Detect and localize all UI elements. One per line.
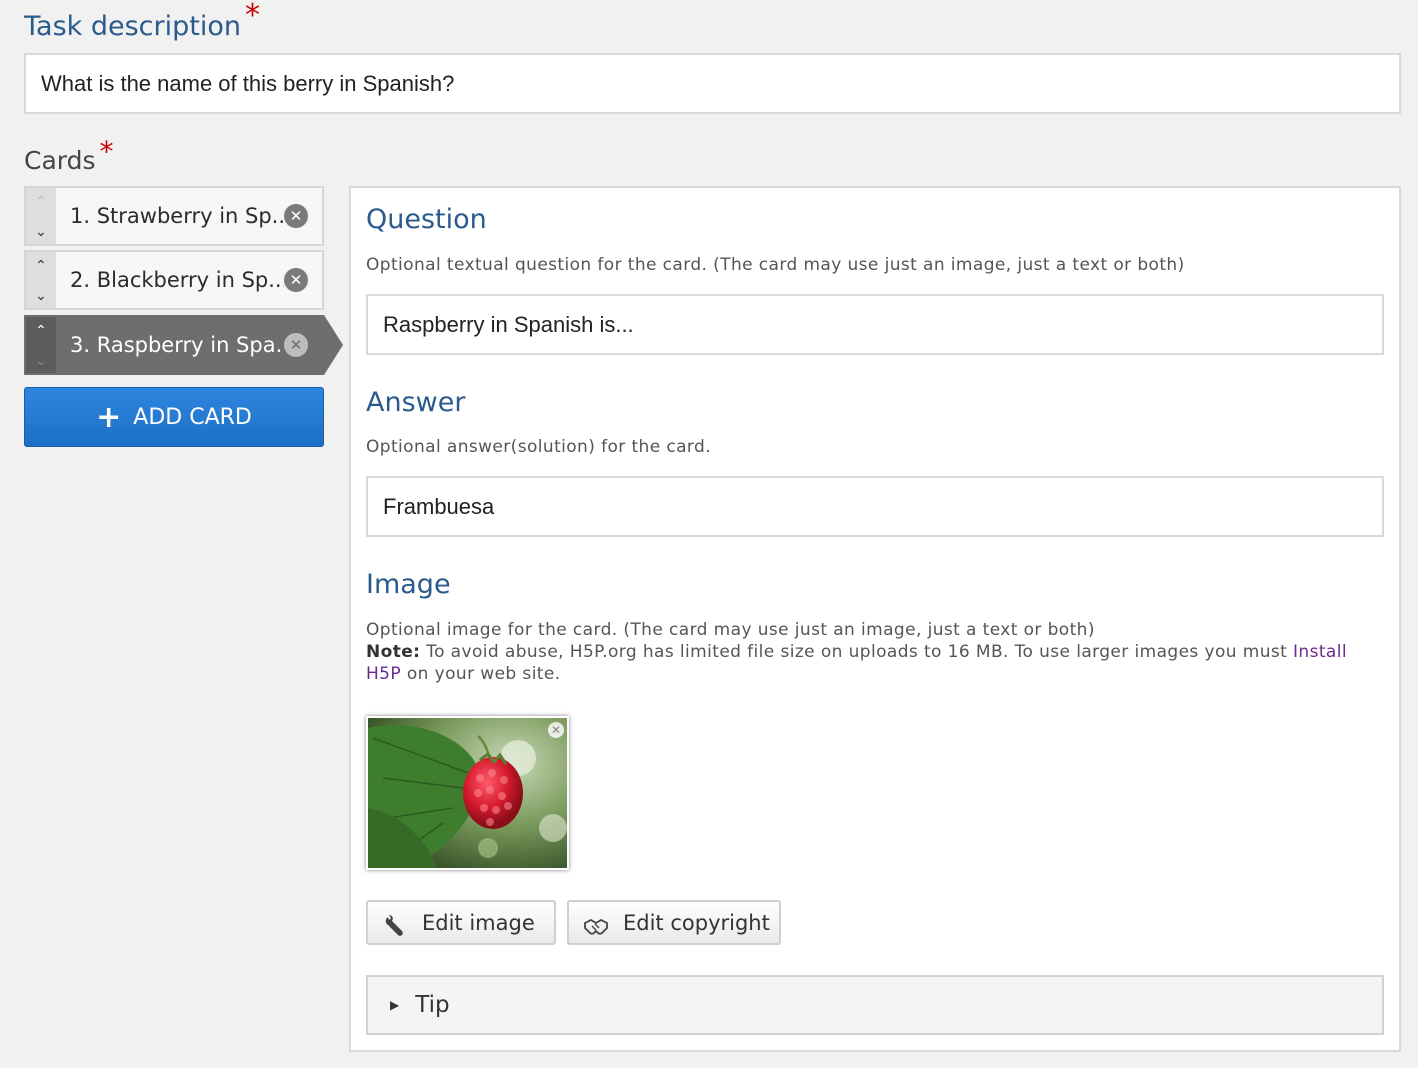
edit-copyright-button[interactable]: Edit copyright [567, 900, 781, 945]
move-down-icon[interactable]: ⌄ [35, 353, 47, 369]
question-description: Optional textual question for the card. … [366, 255, 1185, 275]
edit-image-label: Edit image [422, 910, 535, 935]
card-list-item-label: 2. Blackberry in Sp... [70, 268, 284, 292]
card-list-item[interactable]: ⌃ ⌄ 2. Blackberry in Sp... ✕ [24, 250, 324, 310]
card-order-controls: ⌃ ⌄ [26, 317, 56, 373]
remove-card-icon[interactable]: ✕ [284, 268, 308, 292]
edit-image-button[interactable]: Edit image [366, 900, 556, 945]
move-up-icon[interactable]: ⌃ [35, 323, 47, 339]
note-end: on your web site. [401, 664, 561, 684]
plus-icon: + [96, 399, 122, 435]
remove-card-icon[interactable]: ✕ [284, 333, 308, 357]
move-up-icon[interactable]: ⌃ [35, 258, 47, 274]
answer-title: Answer [366, 387, 466, 418]
add-card-button[interactable]: + ADD CARD [24, 387, 324, 447]
card-order-controls: ⌃ ⌄ [26, 188, 56, 244]
add-card-label: ADD CARD [133, 404, 252, 430]
remove-image-icon[interactable]: ✕ [548, 722, 564, 738]
image-description: Optional image for the card. (The card m… [366, 619, 1376, 685]
answer-description: Optional answer(solution) for the card. [366, 437, 711, 457]
cards-label: Cards * [24, 135, 114, 176]
image-description-text: Optional image for the card. (The card m… [366, 620, 1095, 640]
note-label: Note: [366, 642, 421, 662]
edit-copyright-label: Edit copyright [623, 910, 770, 935]
required-mark: * [244, 0, 260, 33]
card-image-thumbnail[interactable] [366, 716, 569, 870]
required-mark: * [99, 135, 114, 168]
tip-label: Tip [415, 992, 450, 1018]
raspberry-image [368, 718, 567, 868]
handshake-icon [584, 918, 608, 935]
wrench-icon [385, 914, 403, 936]
remove-card-icon[interactable]: ✕ [284, 204, 308, 228]
cards-label-text: Cards [24, 146, 96, 175]
task-description-label-text: Task description [24, 11, 241, 42]
move-up-icon[interactable]: ⌃ [35, 194, 47, 210]
tip-collapsible[interactable]: ▶ Tip [366, 975, 1384, 1035]
question-input[interactable]: Raspberry in Spanish is... [366, 294, 1384, 355]
selected-card-pointer [324, 315, 343, 375]
card-list-item-selected[interactable]: ⌃ ⌄ 3. Raspberry in Spa... ✕ [24, 315, 324, 375]
card-list-item-label: 1. Strawberry in Sp... [70, 204, 284, 228]
card-list-item-label: 3. Raspberry in Spa... [70, 333, 284, 357]
card-order-controls: ⌃ ⌄ [26, 252, 56, 308]
expand-caret-icon: ▶ [390, 998, 400, 1012]
task-description-input[interactable]: What is the name of this berry in Spanis… [24, 53, 1401, 114]
image-title: Image [366, 569, 451, 600]
move-down-icon[interactable]: ⌄ [35, 224, 47, 240]
answer-input[interactable]: Frambuesa [366, 476, 1384, 537]
task-description-label: Task description * [24, 0, 260, 43]
card-list-item[interactable]: ⌃ ⌄ 1. Strawberry in Sp... ✕ [24, 186, 324, 246]
question-title: Question [366, 204, 487, 235]
move-down-icon[interactable]: ⌄ [35, 288, 47, 304]
note-text: To avoid abuse, H5P.org has limited file… [420, 642, 1293, 662]
